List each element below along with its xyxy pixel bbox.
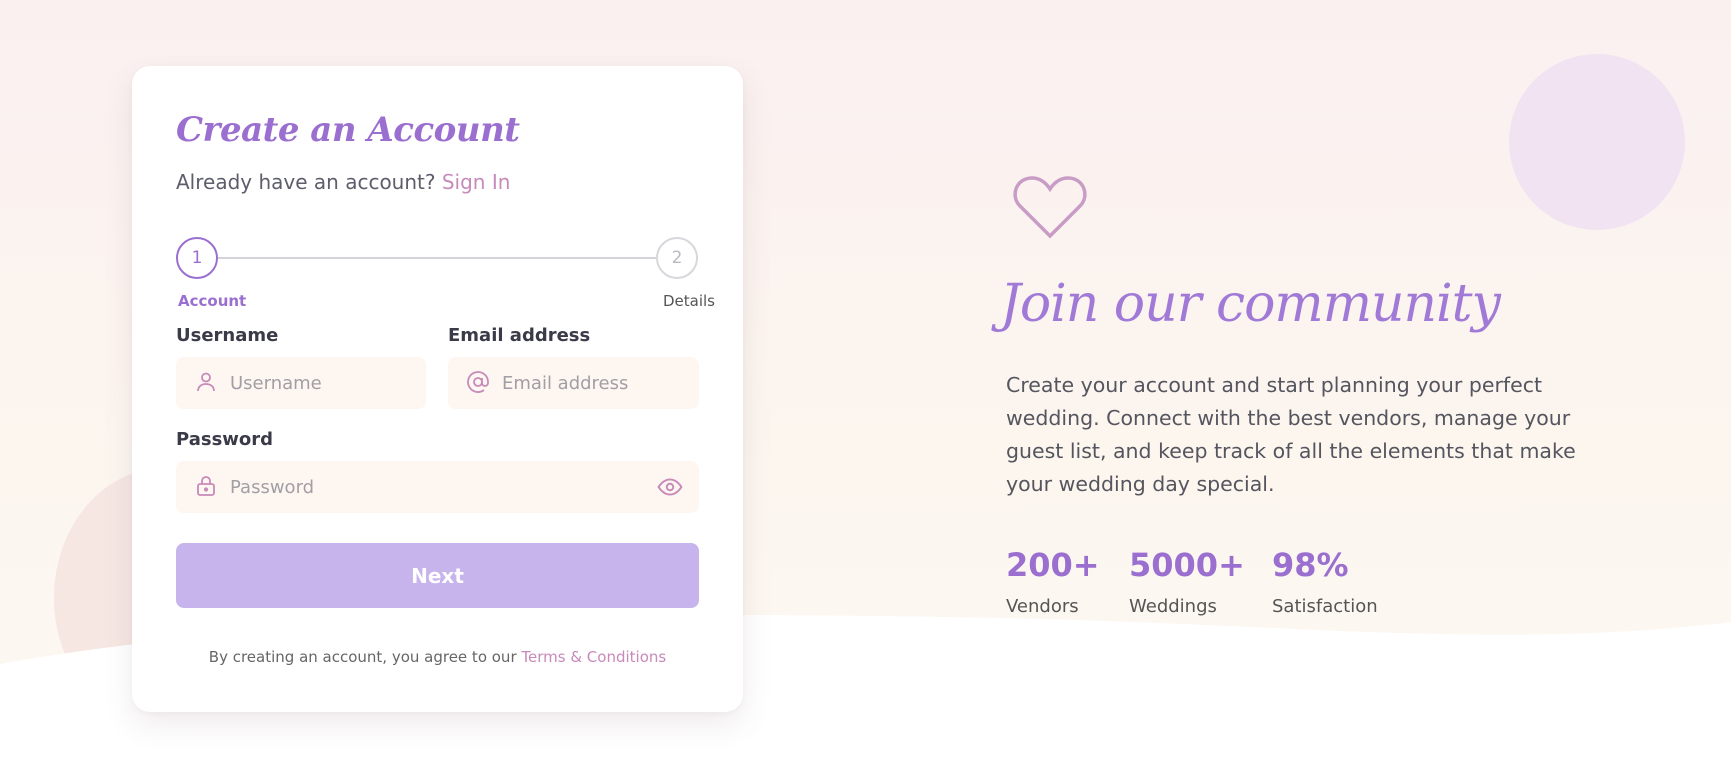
hero-description: Create your account and start planning y…	[1006, 373, 1576, 496]
terms-text: By creating an account, you agree to our	[208, 648, 517, 666]
stat-label: Vendors	[1006, 596, 1079, 617]
username-label: Username	[176, 325, 279, 346]
stat-value: 5000+	[1129, 546, 1245, 584]
stat-label: Satisfaction	[1272, 596, 1378, 617]
step-2-label: Details	[663, 292, 716, 310]
stepper-line	[218, 257, 658, 259]
stat-weddings: 5000+ Weddings	[1129, 546, 1245, 617]
at-sign-icon	[467, 371, 489, 393]
lock-icon	[197, 476, 215, 496]
hero-title: Join our community	[1000, 274, 1501, 334]
signin-link[interactable]: Sign In	[442, 170, 511, 194]
email-placeholder: Email address	[502, 372, 629, 394]
stat-label: Weddings	[1129, 596, 1217, 617]
signin-prompt-text: Already have an account?	[176, 170, 436, 194]
terms-link[interactable]: Terms & Conditions	[521, 648, 666, 666]
username-placeholder: Username	[230, 372, 322, 394]
eye-icon[interactable]	[657, 474, 683, 500]
user-icon	[197, 372, 215, 392]
stat-satisfaction: 98% Satisfaction	[1272, 546, 1378, 617]
heart-icon	[1013, 176, 1087, 239]
step-2-indicator: 2	[656, 237, 698, 279]
card-title: Create an Account	[176, 110, 520, 150]
next-button[interactable]: Next	[176, 543, 699, 608]
signup-card: Create an Account Already have an accoun…	[132, 66, 743, 712]
password-label: Password	[176, 429, 274, 450]
stat-vendors: 200+ Vendors	[1006, 546, 1100, 617]
email-input[interactable]: Email address	[448, 357, 699, 409]
email-label: Email address	[448, 325, 591, 346]
username-input[interactable]: Username	[176, 357, 426, 409]
stat-value: 98%	[1272, 546, 1349, 584]
password-placeholder: Password	[230, 476, 315, 498]
decorative-circle-right	[1509, 54, 1685, 230]
step-1-indicator: 1	[176, 237, 218, 279]
terms-notice: By creating an account, you agree to our…	[132, 648, 743, 666]
step-1-label: Account	[178, 292, 247, 310]
stat-value: 200+	[1006, 546, 1100, 584]
signin-prompt: Already have an account? Sign In	[176, 170, 510, 194]
password-input[interactable]: Password	[176, 461, 699, 513]
